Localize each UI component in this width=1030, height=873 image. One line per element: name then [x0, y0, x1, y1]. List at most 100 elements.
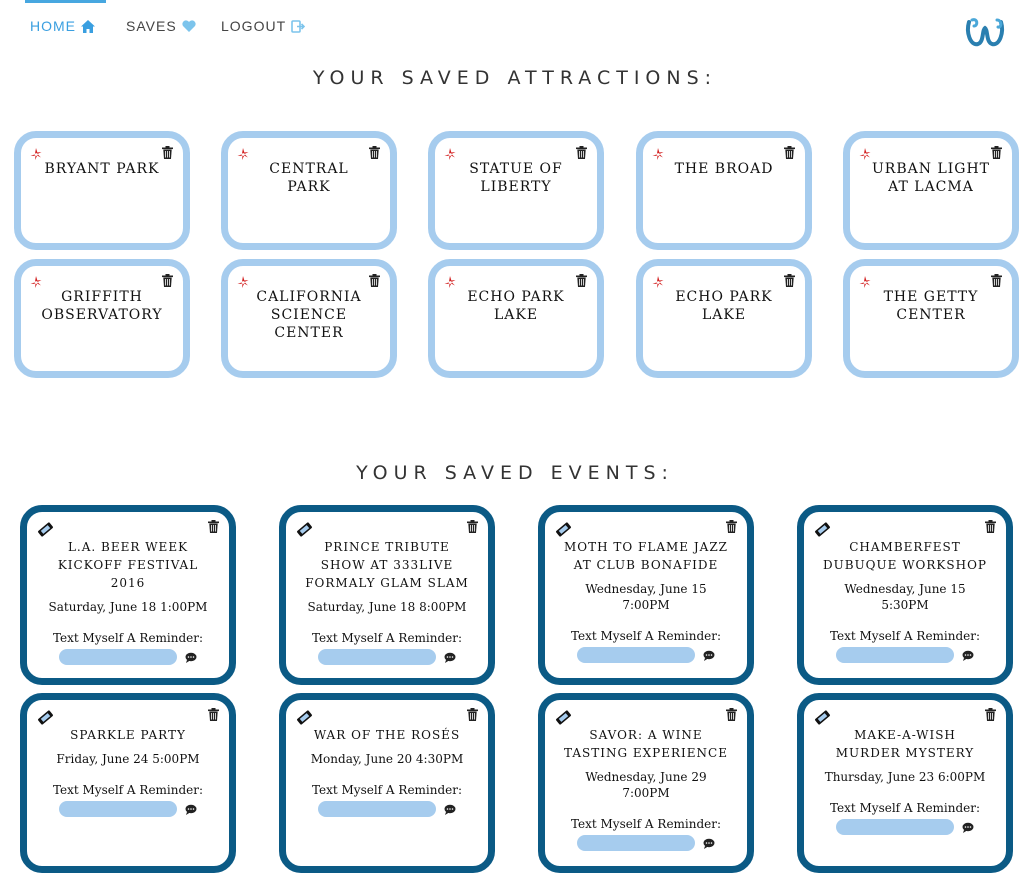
event-date: Wednesday, June 15 7:00PM [585, 582, 707, 612]
reminder-row [302, 801, 472, 817]
trash-icon[interactable] [985, 520, 996, 533]
yelp-icon[interactable] [29, 147, 43, 161]
ticket-icon [555, 522, 572, 537]
trash-icon[interactable] [726, 520, 737, 533]
event-card[interactable]: MAKE-A-WISH MURDER MYSTERY Thursday, June… [797, 693, 1013, 873]
event-card[interactable]: WAR OF THE ROSÉS Monday, June 20 4:30PM Te… [279, 693, 495, 873]
event-content: SAVOR: A WINE TASTING EXPERIENCE Wednesda… [561, 726, 731, 851]
attraction-name: CALIFORNIA SCIENCE CENTER [256, 289, 362, 341]
trash-icon[interactable] [576, 274, 587, 287]
trash-icon[interactable] [162, 146, 173, 159]
logout-icon [291, 19, 306, 33]
attraction-card[interactable]: ECHO PARK LAKE [636, 259, 812, 378]
attraction-card[interactable]: THE BROAD [636, 131, 812, 250]
event-card[interactable]: SAVOR: A WINE TASTING EXPERIENCE Wednesda… [538, 693, 754, 873]
yelp-icon[interactable] [651, 275, 665, 289]
event-card[interactable]: PRINCE TRIBUTE SHOW AT 333LIVE FORMALY G… [279, 505, 495, 685]
yelp-icon[interactable] [858, 275, 872, 289]
phone-input[interactable] [577, 647, 695, 663]
attraction-card[interactable]: BRYANT PARK [14, 131, 190, 250]
chat-bubble-icon[interactable] [185, 652, 197, 663]
reminder-label: Text Myself A Reminder: [570, 817, 722, 831]
yelp-icon[interactable] [443, 147, 457, 161]
chat-bubble-icon[interactable] [185, 804, 197, 815]
ticket-icon [37, 522, 54, 537]
event-content: PRINCE TRIBUTE SHOW AT 333LIVE FORMALY G… [302, 538, 472, 665]
yelp-icon[interactable] [236, 147, 250, 161]
nav-home-link[interactable]: HOME [30, 18, 95, 34]
yelp-icon[interactable] [651, 147, 665, 161]
attraction-card[interactable]: CALIFORNIA SCIENCE CENTER [221, 259, 397, 378]
yelp-icon[interactable] [858, 147, 872, 161]
attraction-card[interactable]: THE GETTY CENTER [843, 259, 1019, 378]
event-title: MAKE-A-WISH MURDER MYSTERY [835, 728, 975, 760]
top-nav: HOME SAVES LOGOUT [0, 0, 1030, 60]
reminder-label: Text Myself A Reminder: [311, 631, 463, 645]
trash-icon[interactable] [784, 274, 795, 287]
w-logo[interactable] [964, 12, 1006, 54]
trash-icon[interactable] [991, 146, 1002, 159]
attraction-card[interactable]: URBAN LIGHT AT LACMA [843, 131, 1019, 250]
chat-bubble-icon[interactable] [703, 650, 715, 661]
event-card[interactable]: CHAMBERFEST DUBUQUE WORKSHOP Wednesday, J… [797, 505, 1013, 685]
ticket-icon [814, 710, 831, 725]
reminder-row [43, 801, 213, 817]
chat-bubble-icon[interactable] [444, 652, 456, 663]
trash-icon[interactable] [991, 274, 1002, 287]
trash-icon[interactable] [162, 274, 173, 287]
event-card[interactable]: SPARKLE PARTY Friday, June 24 5:00PM Text … [20, 693, 236, 873]
active-tab-indicator [25, 0, 106, 3]
nav-logout-link[interactable]: LOGOUT [221, 18, 306, 34]
event-card[interactable]: L.A. BEER WEEK KICKOFF FESTIVAL 2016 Satu… [20, 505, 236, 685]
attraction-name: ECHO PARK LAKE [675, 289, 773, 323]
reminder-row [302, 649, 472, 665]
ticket-icon [37, 710, 54, 725]
reminder-row [561, 647, 731, 663]
attraction-card[interactable]: CENTRAL PARK [221, 131, 397, 250]
phone-input[interactable] [59, 801, 177, 817]
trash-icon[interactable] [726, 708, 737, 721]
trash-icon[interactable] [208, 708, 219, 721]
chat-bubble-icon[interactable] [962, 650, 974, 661]
reminder-row [820, 819, 990, 835]
phone-input[interactable] [836, 819, 954, 835]
attraction-name: THE BROAD [674, 161, 774, 177]
chat-bubble-icon[interactable] [703, 838, 715, 849]
event-title: CHAMBERFEST DUBUQUE WORKSHOP [823, 540, 987, 572]
event-title: WAR OF THE ROSÉS [313, 728, 461, 742]
phone-input[interactable] [318, 801, 436, 817]
trash-icon[interactable] [467, 520, 478, 533]
reminder-label: Text Myself A Reminder: [829, 629, 981, 643]
chat-bubble-icon[interactable] [444, 804, 456, 815]
event-card[interactable]: MOTH TO FLAME JAZZ AT CLUB BONAFIDE Wedne… [538, 505, 754, 685]
event-content: MAKE-A-WISH MURDER MYSTERY Thursday, June… [820, 726, 990, 835]
event-content: L.A. BEER WEEK KICKOFF FESTIVAL 2016 Satu… [43, 538, 213, 665]
attraction-card[interactable]: STATUE OF LIBERTY [428, 131, 604, 250]
reminder-row [820, 647, 990, 663]
attraction-card[interactable]: GRIFFITH OBSERVATORY [14, 259, 190, 378]
phone-input[interactable] [59, 649, 177, 665]
trash-icon[interactable] [467, 708, 478, 721]
nav-saves-link[interactable]: SAVES [126, 18, 196, 34]
reminder-label: Text Myself A Reminder: [570, 629, 722, 643]
trash-icon[interactable] [369, 274, 380, 287]
yelp-icon[interactable] [29, 275, 43, 289]
trash-icon[interactable] [784, 146, 795, 159]
chat-bubble-icon[interactable] [962, 822, 974, 833]
heart-icon [182, 20, 196, 32]
event-title: SPARKLE PARTY [70, 728, 186, 742]
phone-input[interactable] [836, 647, 954, 663]
reminder-label: Text Myself A Reminder: [52, 783, 204, 797]
event-date: Saturday, June 18 1:00PM [48, 600, 208, 614]
trash-icon[interactable] [985, 708, 996, 721]
trash-icon[interactable] [576, 146, 587, 159]
yelp-icon[interactable] [236, 275, 250, 289]
event-title: SAVOR: A WINE TASTING EXPERIENCE [564, 728, 728, 760]
event-content: MOTH TO FLAME JAZZ AT CLUB BONAFIDE Wedne… [561, 538, 731, 663]
yelp-icon[interactable] [443, 275, 457, 289]
phone-input[interactable] [318, 649, 436, 665]
trash-icon[interactable] [208, 520, 219, 533]
phone-input[interactable] [577, 835, 695, 851]
trash-icon[interactable] [369, 146, 380, 159]
attraction-card[interactable]: ECHO PARK LAKE [428, 259, 604, 378]
